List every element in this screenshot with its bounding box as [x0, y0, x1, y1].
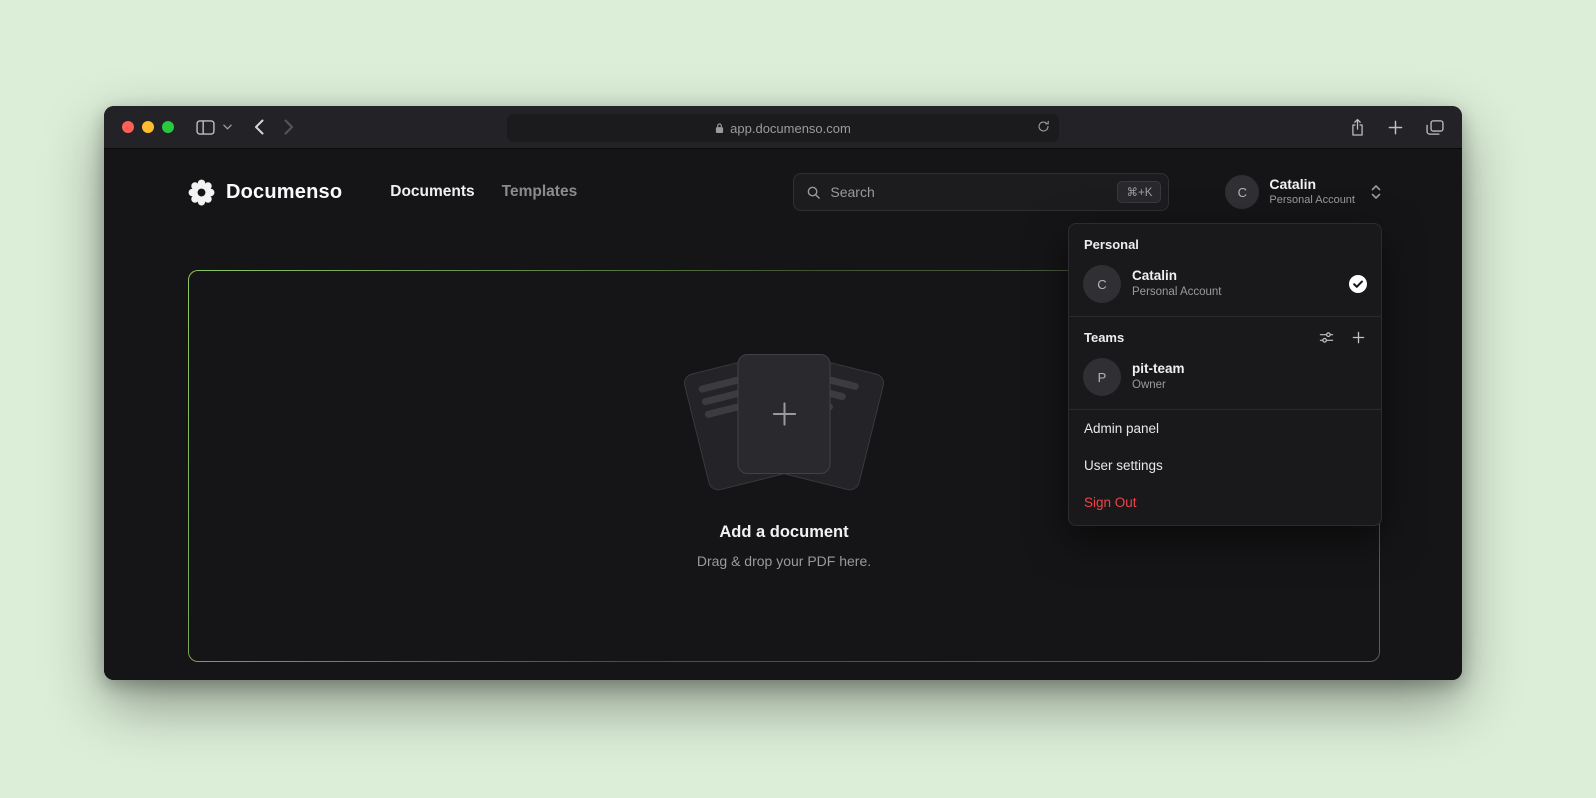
- personal-account-item[interactable]: C Catalin Personal Account: [1069, 261, 1381, 316]
- teams-section-label: Teams: [1084, 330, 1124, 345]
- avatar: C: [1083, 265, 1121, 303]
- menu-account-subtitle: Personal Account: [1132, 285, 1222, 301]
- account-menu: Personal C Catalin Personal Account Team…: [1068, 223, 1382, 526]
- menu-item-sign-out[interactable]: Sign Out: [1069, 484, 1381, 525]
- team-name: pit-team: [1132, 361, 1185, 378]
- account-name: Catalin: [1269, 176, 1355, 193]
- teams-actions: [1319, 330, 1366, 345]
- browser-window: app.documenso.com: [104, 106, 1462, 680]
- sidebar-toggle-icon[interactable]: [196, 120, 215, 135]
- team-role: Owner: [1132, 378, 1185, 394]
- documenso-page: Documenso Documents Templates ⌘+K C Cata…: [104, 149, 1462, 680]
- zoom-window-button[interactable]: [162, 121, 174, 133]
- dropzone-subtitle: Drag & drop your PDF here.: [697, 553, 871, 569]
- plus-icon: [768, 398, 800, 430]
- main-nav: Documents Templates: [390, 183, 577, 201]
- manage-teams-icon[interactable]: [1319, 330, 1334, 345]
- back-icon[interactable]: [254, 119, 264, 135]
- search-box[interactable]: ⌘+K: [793, 173, 1169, 211]
- chevrons-up-down-icon: [1370, 183, 1382, 201]
- team-item[interactable]: P pit-team Owner: [1069, 354, 1381, 409]
- brand-name: Documenso: [226, 181, 342, 204]
- avatar: C: [1225, 175, 1259, 209]
- personal-section-label: Personal: [1069, 224, 1381, 261]
- close-window-button[interactable]: [122, 121, 134, 133]
- search-shortcut-badge: ⌘+K: [1117, 181, 1161, 203]
- browser-toolbar: app.documenso.com: [104, 106, 1462, 149]
- documenso-logo-icon: [188, 179, 215, 206]
- search-input[interactable]: [830, 184, 1108, 200]
- tab-overview-icon[interactable]: [1426, 120, 1444, 135]
- desktop-background: { "browser": { "address": "app.documenso…: [0, 0, 1596, 798]
- documents-illustration: [669, 349, 899, 499]
- menu-item-admin-panel[interactable]: Admin panel: [1069, 410, 1381, 447]
- lock-icon: [715, 122, 724, 134]
- dropzone-title: Add a document: [719, 523, 848, 542]
- address-text: app.documenso.com: [730, 121, 851, 136]
- account-switcher[interactable]: C Catalin Personal Account: [1225, 175, 1382, 209]
- window-controls: [104, 121, 174, 133]
- menu-account-name: Catalin: [1132, 268, 1222, 285]
- nav-documents[interactable]: Documents: [390, 183, 474, 201]
- teams-section-header: Teams: [1069, 317, 1381, 354]
- add-team-icon[interactable]: [1351, 330, 1366, 345]
- forward-icon: [284, 119, 294, 135]
- nav-templates[interactable]: Templates: [502, 183, 578, 201]
- avatar: P: [1083, 358, 1121, 396]
- account-subtitle: Personal Account: [1269, 193, 1355, 207]
- address-bar[interactable]: app.documenso.com: [507, 114, 1059, 142]
- menu-item-user-settings[interactable]: User settings: [1069, 447, 1381, 484]
- check-icon: [1349, 275, 1367, 293]
- toolbar-actions: [1350, 106, 1444, 149]
- search-icon: [806, 185, 821, 200]
- chevron-down-icon[interactable]: [223, 124, 232, 130]
- app-header: Documenso Documents Templates ⌘+K C Cata…: [188, 169, 1382, 215]
- minimize-window-button[interactable]: [142, 121, 154, 133]
- reload-icon[interactable]: [1037, 120, 1050, 136]
- new-tab-icon[interactable]: [1388, 120, 1403, 135]
- documenso-logo[interactable]: Documenso: [188, 179, 342, 206]
- share-icon[interactable]: [1350, 118, 1365, 137]
- document-card-center: [738, 354, 831, 474]
